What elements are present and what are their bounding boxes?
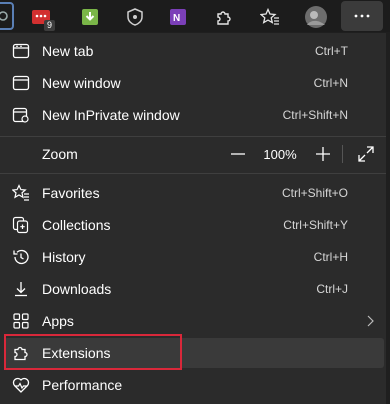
zoom-label: Zoom bbox=[42, 146, 78, 162]
menu-item-label: Extensions bbox=[42, 345, 111, 361]
more-dots-icon bbox=[354, 14, 370, 18]
fullscreen-icon bbox=[358, 146, 374, 162]
gear-extension-icon[interactable] bbox=[0, 2, 14, 30]
menu-item-history[interactable]: History Ctrl+H bbox=[4, 242, 384, 272]
menu-item-label: Downloads bbox=[42, 281, 112, 297]
svg-text:N: N bbox=[173, 13, 180, 24]
menu-item-shortcut: Ctrl+Shift+N bbox=[282, 108, 348, 122]
menu-item-label: Collections bbox=[42, 217, 111, 233]
apps-icon bbox=[12, 312, 30, 330]
menu-item-new-tab[interactable]: New tab Ctrl+T bbox=[4, 36, 384, 66]
menu-item-label: History bbox=[42, 249, 86, 265]
menu-item-new-inprivate-window[interactable]: New InPrivate window Ctrl+Shift+N bbox=[4, 100, 384, 130]
shield-extension-icon[interactable] bbox=[121, 3, 149, 31]
menu-item-shortcut: Ctrl+N bbox=[313, 76, 348, 90]
menu-item-label: New window bbox=[42, 75, 121, 91]
browser-toolbar: 9 N bbox=[0, 0, 390, 32]
zoom-in-button[interactable] bbox=[311, 139, 335, 169]
menu-item-favorites[interactable]: Favorites Ctrl+Shift+O bbox=[4, 178, 384, 208]
menu-divider bbox=[0, 173, 386, 174]
settings-menu: New tab Ctrl+T New window Ctrl+N New InP… bbox=[0, 33, 386, 404]
menu-item-shortcut: Ctrl+Shift+Y bbox=[283, 218, 348, 232]
menu-item-label: New tab bbox=[42, 43, 94, 59]
fullscreen-button[interactable] bbox=[354, 139, 378, 169]
inprivate-icon bbox=[12, 106, 30, 124]
menu-item-label: Performance bbox=[42, 377, 123, 393]
new-window-icon bbox=[12, 74, 30, 92]
zoom-divider bbox=[342, 145, 343, 163]
chevron-right-icon bbox=[366, 315, 374, 327]
red-calendar-extension-icon[interactable]: 9 bbox=[27, 3, 55, 31]
zoom-out-button[interactable] bbox=[226, 139, 250, 169]
favorites-star-icon[interactable] bbox=[256, 3, 284, 31]
menu-item-label: Favorites bbox=[42, 185, 100, 201]
menu-item-extensions[interactable]: Extensions bbox=[4, 338, 384, 368]
menu-item-apps[interactable]: Apps bbox=[4, 306, 384, 336]
performance-icon bbox=[12, 376, 30, 394]
menu-item-shortcut: Ctrl+T bbox=[315, 44, 348, 58]
extension-badge: 9 bbox=[43, 20, 55, 31]
menu-item-collections[interactable]: Collections Ctrl+Shift+Y bbox=[4, 210, 384, 240]
minus-icon bbox=[231, 153, 245, 155]
menu-divider bbox=[0, 136, 386, 137]
menu-item-downloads[interactable]: Downloads Ctrl+J bbox=[4, 274, 384, 304]
green-download-extension-icon[interactable] bbox=[76, 3, 104, 31]
menu-item-performance[interactable]: Performance bbox=[4, 370, 384, 400]
menu-item-shortcut: Ctrl+J bbox=[316, 282, 348, 296]
extensions-puzzle-icon[interactable] bbox=[209, 3, 237, 31]
collections-icon bbox=[12, 216, 30, 234]
menu-item-zoom: Zoom 100% bbox=[4, 139, 384, 169]
menu-item-shortcut: Ctrl+Shift+O bbox=[281, 186, 348, 200]
history-icon bbox=[12, 248, 30, 266]
menu-item-label: Apps bbox=[42, 313, 74, 329]
new-tab-icon bbox=[12, 42, 30, 60]
zoom-level: 100% bbox=[263, 146, 297, 162]
onenote-extension-icon[interactable]: N bbox=[164, 3, 192, 31]
downloads-icon bbox=[12, 280, 30, 298]
settings-and-more-button[interactable] bbox=[341, 1, 383, 31]
plus-icon bbox=[316, 147, 330, 161]
menu-item-label: New InPrivate window bbox=[42, 107, 180, 123]
favorites-icon bbox=[12, 184, 30, 202]
menu-item-shortcut: Ctrl+H bbox=[313, 250, 348, 264]
profile-avatar[interactable] bbox=[302, 3, 330, 31]
menu-item-new-window[interactable]: New window Ctrl+N bbox=[4, 68, 384, 98]
extensions-icon bbox=[12, 344, 30, 362]
